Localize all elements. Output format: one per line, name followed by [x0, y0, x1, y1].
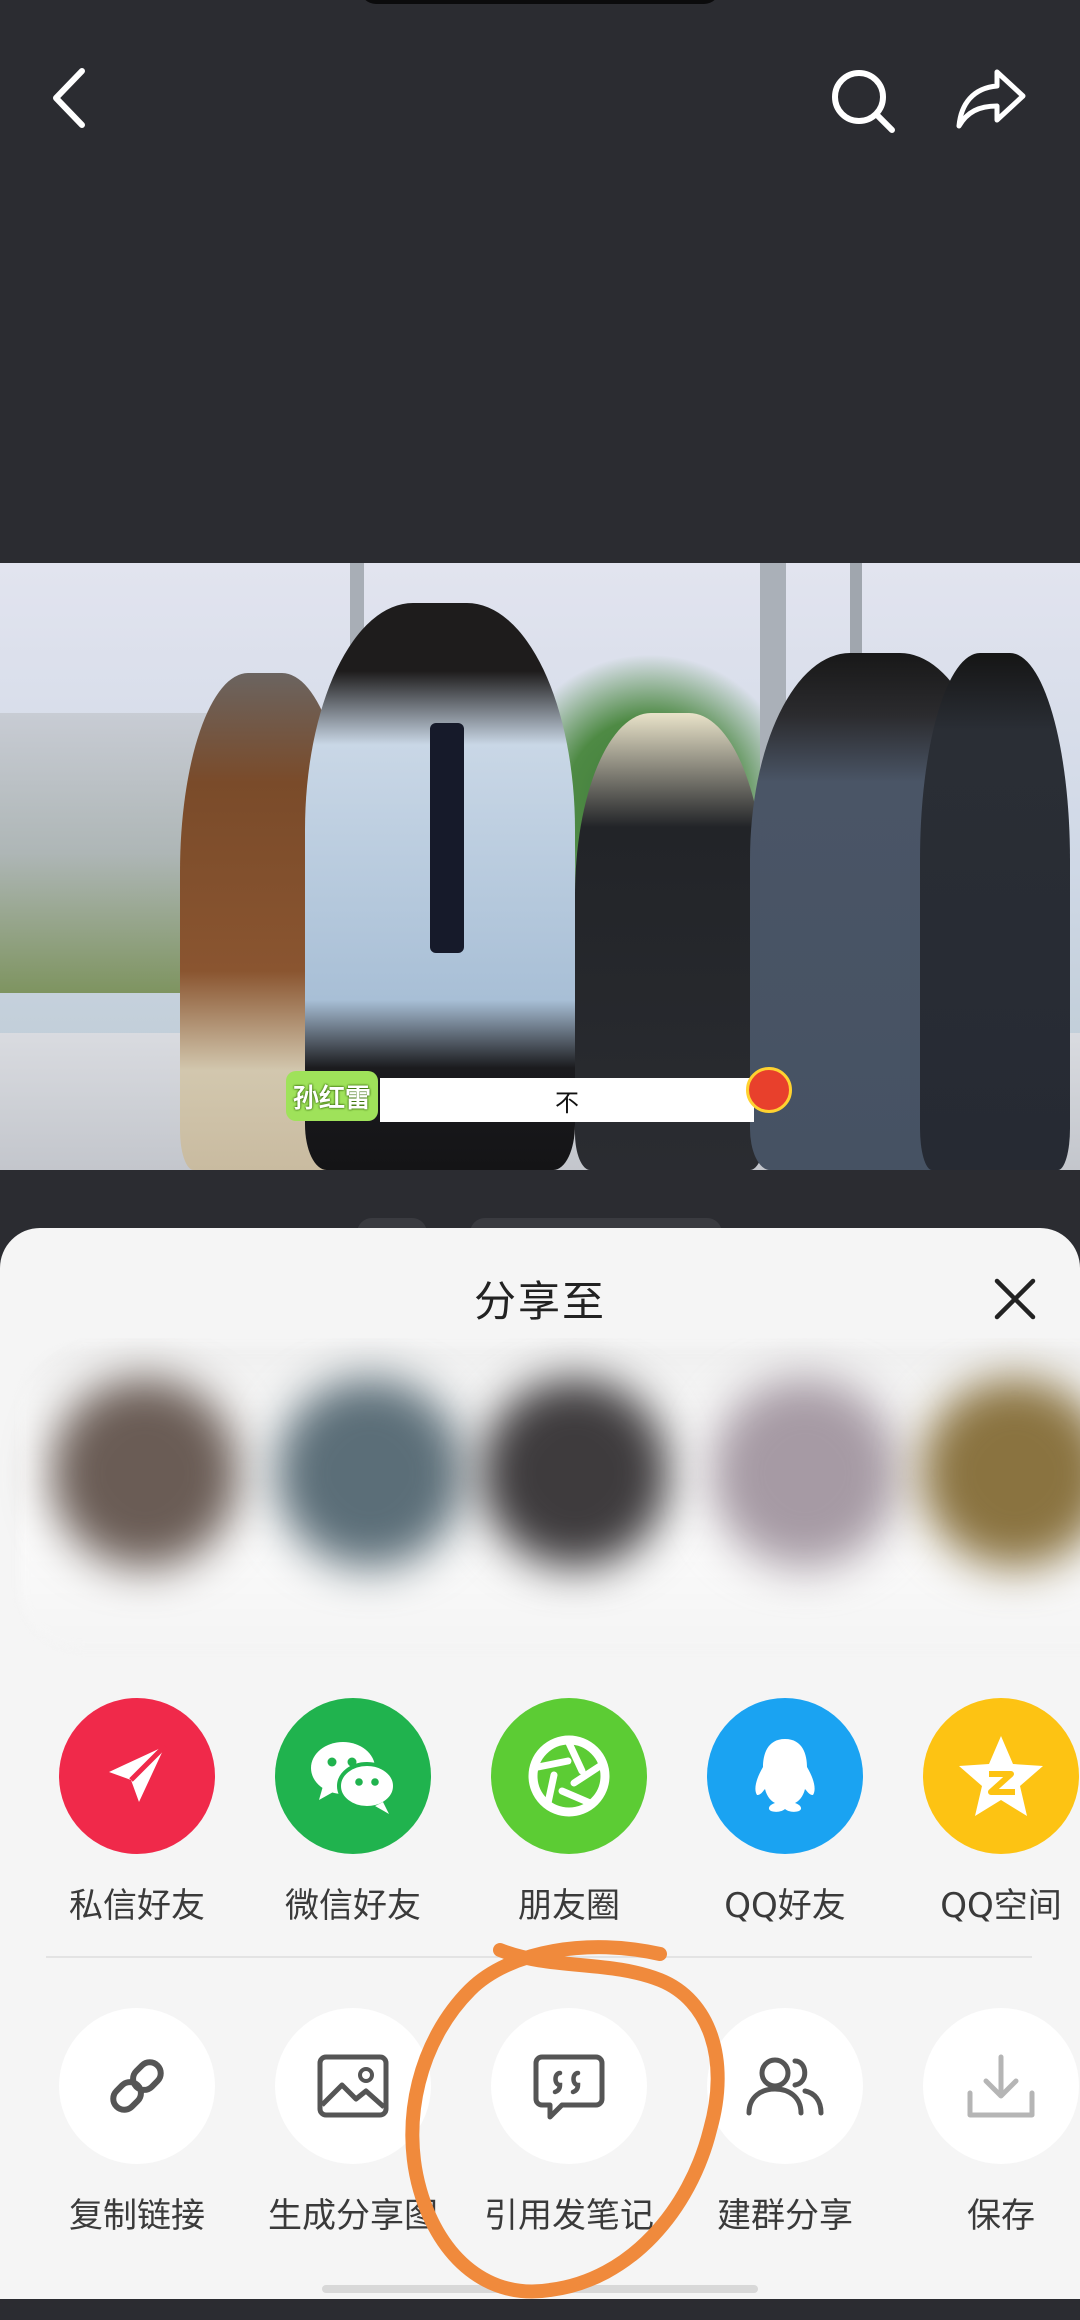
- necktie: [430, 723, 464, 953]
- home-indicator: [322, 2285, 758, 2293]
- image-icon: [317, 2054, 389, 2118]
- action-label: 保存: [967, 2196, 1035, 2236]
- recent-contacts-row: [0, 1338, 1080, 1658]
- download-icon: [967, 2054, 1035, 2118]
- contact-avatar[interactable]: [480, 1378, 670, 1568]
- share-target-label: 微信好友: [285, 1886, 421, 1926]
- share-target-moments[interactable]: 朋友圈: [469, 1698, 669, 1927]
- generate-image-button[interactable]: [275, 2008, 431, 2164]
- action-quote-note[interactable]: 引用发笔记: [469, 2008, 669, 2237]
- qzone-star-icon: [959, 1736, 1043, 1816]
- speaker-name-tag: 孙红雷: [286, 1071, 378, 1121]
- share-target-qzone[interactable]: QQ空间: [901, 1698, 1080, 1927]
- share-arrow-icon: [956, 69, 1026, 129]
- subtitle-bar: 不: [380, 1078, 754, 1122]
- share-target-label: 私信好友: [69, 1886, 205, 1926]
- share-target-wechat[interactable]: 微信好友: [253, 1698, 453, 1927]
- moments-button[interactable]: [491, 1698, 647, 1854]
- action-save[interactable]: 保存: [901, 2008, 1080, 2237]
- contact-avatar[interactable]: [50, 1378, 240, 1568]
- close-button[interactable]: [986, 1270, 1044, 1328]
- paper-plane-icon: [109, 1744, 167, 1802]
- share-target-dm[interactable]: 私信好友: [37, 1698, 237, 1927]
- qq-button[interactable]: [707, 1698, 863, 1854]
- divider: [46, 1956, 1032, 1958]
- share-target-qq[interactable]: QQ好友: [685, 1698, 885, 1927]
- action-label: 建群分享: [717, 2196, 853, 2236]
- group-share-button[interactable]: [707, 2008, 863, 2164]
- search-button[interactable]: [818, 56, 908, 146]
- quote-note-button[interactable]: [491, 2008, 647, 2164]
- share-target-label: QQ好友: [724, 1886, 846, 1926]
- link-icon: [110, 2059, 164, 2113]
- dm-button[interactable]: [59, 1698, 215, 1854]
- search-icon: [832, 70, 895, 133]
- share-target-label: QQ空间: [940, 1886, 1062, 1926]
- action-generate-image[interactable]: 生成分享图: [253, 2008, 453, 2237]
- video-frame[interactable]: 不 孙红雷: [0, 563, 1080, 1170]
- moments-icon: [528, 1735, 610, 1817]
- subtitle-text: 不: [555, 1088, 579, 1117]
- save-button[interactable]: [923, 2008, 1079, 2164]
- wechat-button[interactable]: [275, 1698, 431, 1854]
- quote-bubble-icon: [533, 2054, 605, 2120]
- qzone-button[interactable]: [923, 1698, 1079, 1854]
- contact-avatar[interactable]: [275, 1378, 465, 1568]
- copy-link-button[interactable]: [59, 2008, 215, 2164]
- action-label: 复制链接: [69, 2196, 205, 2236]
- action-label: 引用发笔记: [484, 2196, 654, 2236]
- person-figure: [920, 653, 1070, 1170]
- contact-avatar[interactable]: [710, 1378, 900, 1568]
- action-group-share[interactable]: 建群分享: [685, 2008, 885, 2237]
- wechat-icon: [311, 1742, 397, 1814]
- top-bar: [0, 0, 1080, 200]
- group-users-icon: [746, 2057, 824, 2116]
- share-target-label: 朋友圈: [518, 1886, 620, 1926]
- sheet-title: 分享至: [473, 1277, 606, 1326]
- share-button[interactable]: [946, 54, 1036, 144]
- share-sheet: 分享至 私信好友 微信好友 朋友圈 QQ好友 QQ空间 复制链接 生成分享图 引…: [0, 1228, 1080, 2299]
- qq-penguin-icon: [755, 1739, 815, 1812]
- back-button[interactable]: [30, 58, 110, 138]
- emoji-sticker-icon: [746, 1067, 792, 1113]
- chevron-left-icon: [53, 68, 85, 128]
- action-copy-link[interactable]: 复制链接: [37, 2008, 237, 2237]
- close-icon: [994, 1278, 1036, 1320]
- action-label: 生成分享图: [268, 2196, 438, 2236]
